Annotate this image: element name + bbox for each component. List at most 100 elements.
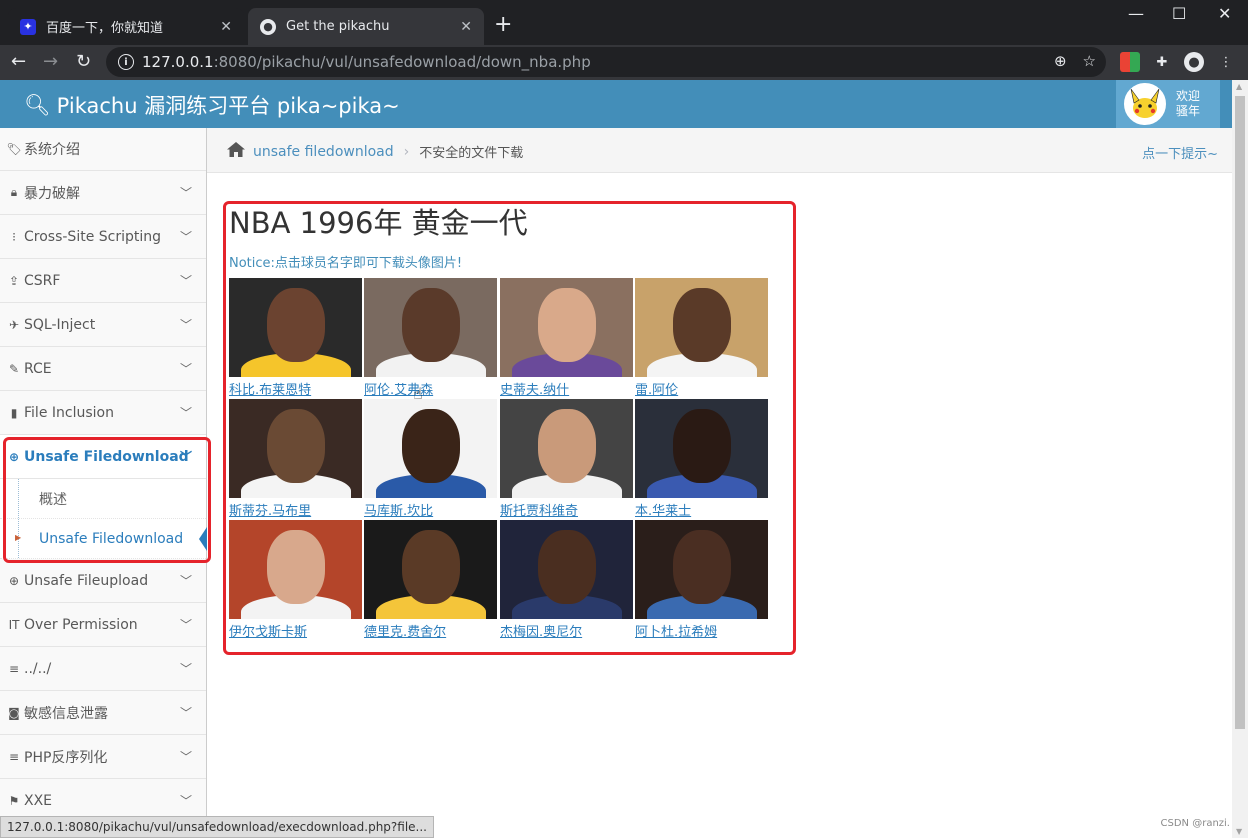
sidebar-item-label: ../../ — [24, 660, 52, 677]
player-face — [672, 530, 731, 604]
scroll-down-icon[interactable]: ▼ — [1236, 827, 1242, 836]
maximize-icon[interactable]: ☐ — [1172, 4, 1186, 23]
scroll-thumb[interactable] — [1235, 96, 1245, 729]
player-download-link[interactable]: 德里克.费舍尔 — [364, 621, 498, 640]
close-tab-icon[interactable]: ✕ — [460, 19, 472, 35]
chevron-down-icon: ﹀ — [179, 318, 192, 332]
profile-icon[interactable]: ● — [1184, 52, 1204, 72]
fighter-jet-icon: ✈ — [8, 317, 20, 332]
player-photo — [364, 278, 497, 377]
player-face — [672, 288, 731, 362]
main-content: NBA 1996年 黄金一代 Notice:点击球员名字即可下载头像图片! 科比… — [229, 200, 768, 640]
back-arrow-icon[interactable]: ← — [11, 51, 26, 72]
close-tab-icon[interactable]: ✕ — [220, 19, 232, 35]
sidebar-item-dir-traversal[interactable]: ≡ ../../ ﹀ — [0, 647, 206, 691]
player-card: 杰梅因.奥尼尔 — [500, 520, 634, 640]
sidebar-item-unsafe-filedownload[interactable]: ⊕ Unsafe Filedownload ﹀ — [0, 435, 206, 479]
welcome-line2: 骚年 — [1176, 104, 1201, 118]
sidebar-item-sqli[interactable]: ✈ SQL-Inject ﹀ — [0, 303, 206, 347]
submenu-item-unsafe-filedownload[interactable]: ▶ Unsafe Filedownload — [0, 519, 207, 559]
player-download-link[interactable]: 马库斯.坎比 — [364, 500, 498, 519]
notice-text: Notice:点击球员名字即可下载头像图片! — [229, 256, 463, 271]
player-download-link[interactable]: 雷.阿伦 — [635, 379, 769, 398]
sidebar-item-label: Unsafe Filedownload — [24, 448, 189, 465]
submenu-item-overview[interactable]: 概述 — [0, 479, 206, 519]
player-download-link[interactable]: 伊尔戈斯卡斯 — [229, 621, 363, 640]
home-icon[interactable] — [227, 142, 245, 161]
player-card: 史蒂夫.纳什 — [500, 278, 634, 398]
watermark: CSDN @ranzi. — [1160, 818, 1230, 829]
player-download-link[interactable]: 杰梅因.奥尼尔 — [500, 621, 634, 640]
sidebar-item-intro[interactable]: 🏷︎ 系统介绍 — [0, 128, 206, 171]
player-photo — [364, 399, 497, 498]
bookmark-star-icon[interactable]: ☆ — [1083, 52, 1096, 70]
player-face — [266, 288, 325, 362]
new-tab-button[interactable]: + — [494, 12, 512, 37]
browser-tab-pikachu[interactable]: ● Get the pikachu ✕ — [248, 8, 484, 45]
sidebar-item-php-unserialize[interactable]: ≡ PHP反序列化 ﹀ — [0, 735, 206, 779]
player-face — [401, 288, 460, 362]
user-menu[interactable]: 欢迎 骚年 — [1116, 80, 1220, 128]
player-photo — [635, 278, 768, 377]
pikachu-avatar-image — [1130, 88, 1160, 118]
player-download-link[interactable]: 斯托贾科维奇 — [500, 500, 634, 519]
info-icon[interactable]: i — [118, 54, 134, 70]
sidebar-item-over-permission[interactable]: IT Over Permission ﹀ — [0, 603, 206, 647]
player-card: 本.华莱士 — [635, 399, 769, 519]
sidebar-item-label: 敏感信息泄露 — [24, 705, 108, 722]
hint-link[interactable]: 点一下提示~ — [1142, 143, 1218, 162]
browser-tab-baidu[interactable]: ✦ 百度一下，你就知道 ✕ — [8, 8, 244, 45]
player-card: 科比.布莱恩特 — [229, 278, 363, 398]
camera-icon: ◙ — [8, 705, 20, 720]
share-icon: ⇪ — [8, 273, 20, 288]
address-bar[interactable]: i 127.0.0.1 :8080/pikachu/vul/unsafedown… — [106, 47, 1106, 77]
scroll-up-icon[interactable]: ▲ — [1236, 82, 1242, 91]
chevron-down-icon: ﹀ — [179, 618, 192, 632]
chevron-down-icon: ﹀ — [179, 362, 192, 376]
sidebar-item-xss[interactable]: ⁝ Cross-Site Scripting ﹀ — [0, 215, 206, 259]
player-download-link[interactable]: 科比.布莱恩特 — [229, 379, 363, 398]
player-download-link[interactable]: 本.华莱士 — [635, 500, 769, 519]
download-circle-icon: ⊕ — [8, 449, 20, 464]
sidebar-item-file-inclusion[interactable]: ▮ File Inclusion ﹀ — [0, 391, 206, 435]
chevron-down-icon: ﹀ — [179, 450, 192, 464]
sidebar-item-bruteforce[interactable]: 🔒︎ 暴力破解 ﹀ — [0, 171, 206, 215]
zoom-icon[interactable]: ⊕ — [1054, 52, 1067, 70]
player-face — [266, 409, 325, 483]
reload-icon[interactable]: ↻ — [76, 51, 91, 72]
sidebar-item-unsafe-fileupload[interactable]: ⊕ Unsafe Fileupload ﹀ — [0, 559, 206, 603]
player-card: 马库斯.坎比 — [364, 399, 498, 519]
browser-tab-bar: ✦ 百度一下，你就知道 ✕ ● Get the pikachu ✕ + — ☐ … — [0, 0, 1248, 45]
submenu-item-label: Unsafe Filedownload — [39, 530, 184, 547]
forward-arrow-icon[interactable]: → — [43, 51, 58, 72]
player-download-link[interactable]: 斯蒂芬.马布里 — [229, 500, 363, 519]
list-icon: ⁝ — [12, 229, 16, 244]
player-photo — [500, 278, 633, 377]
more-menu-icon[interactable]: ⋮ — [1216, 52, 1236, 72]
flag-icon: ⚑ — [8, 793, 20, 808]
minimize-icon[interactable]: — — [1128, 4, 1144, 23]
sidebar-item-label: PHP反序列化 — [24, 749, 108, 766]
pikachu-avatar — [1124, 83, 1166, 125]
player-download-link[interactable]: 史蒂夫.纳什 — [500, 379, 634, 398]
player-face — [537, 530, 596, 604]
extension-color-icon[interactable] — [1120, 52, 1140, 72]
chevron-down-icon: ﹀ — [179, 750, 192, 764]
player-face — [401, 409, 460, 483]
puzzle-extensions-icon[interactable]: ✚ — [1152, 52, 1172, 72]
breadcrumb-link[interactable]: unsafe filedownload — [253, 144, 394, 160]
sidebar-item-info-leak[interactable]: ◙ 敏感信息泄露 ﹀ — [0, 691, 206, 735]
player-face — [401, 530, 460, 604]
sidebar-item-csrf[interactable]: ⇪ CSRF ﹀ — [0, 259, 206, 303]
player-photo — [364, 520, 497, 619]
player-download-link[interactable]: 阿卜杜.拉希姆 — [635, 621, 769, 640]
submenu-item-label: 概述 — [39, 491, 67, 508]
brand[interactable]: 🔍︎ Pikachu 漏洞练习平台 pika~pika~ — [24, 90, 400, 120]
page-scrollbar[interactable]: ▲ ▼ — [1232, 80, 1248, 838]
chevron-down-icon: ﹀ — [179, 274, 192, 288]
player-photo — [229, 520, 362, 619]
player-download-link[interactable]: 阿伦.艾弗森 — [364, 379, 498, 398]
close-window-icon[interactable]: ✕ — [1218, 4, 1231, 23]
sidebar-item-rce[interactable]: ✎ RCE ﹀ — [0, 347, 206, 391]
player-photo — [500, 399, 633, 498]
